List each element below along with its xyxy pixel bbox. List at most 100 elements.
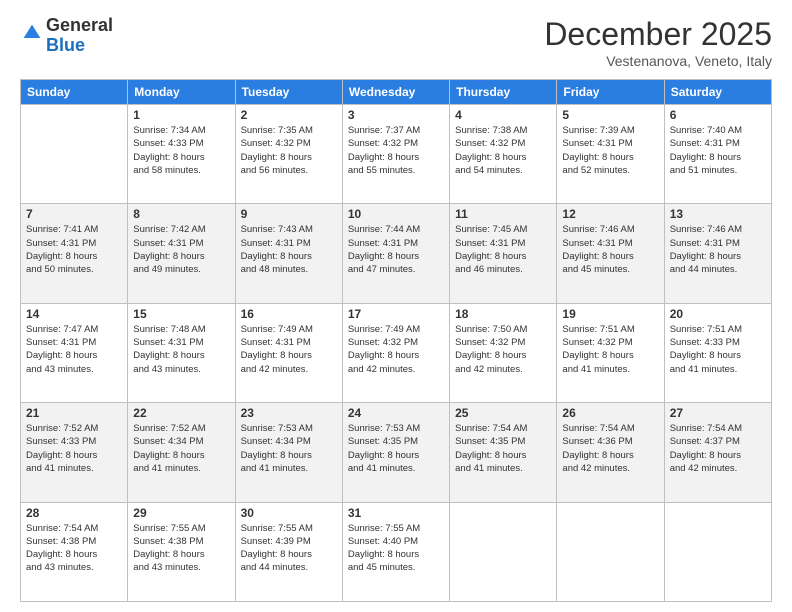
day-number: 25: [455, 406, 551, 420]
calendar-cell: 18 Sunrise: 7:50 AMSunset: 4:32 PMDayligh…: [450, 303, 557, 402]
day-info: Sunrise: 7:34 AMSunset: 4:33 PMDaylight:…: [133, 124, 229, 177]
calendar-week-row: 28 Sunrise: 7:54 AMSunset: 4:38 PMDayligh…: [21, 502, 772, 601]
calendar-cell: 23 Sunrise: 7:53 AMSunset: 4:34 PMDayligh…: [235, 403, 342, 502]
day-info: Sunrise: 7:47 AMSunset: 4:31 PMDaylight:…: [26, 323, 122, 376]
day-info: Sunrise: 7:44 AMSunset: 4:31 PMDaylight:…: [348, 223, 444, 276]
calendar-cell: [557, 502, 664, 601]
day-info: Sunrise: 7:53 AMSunset: 4:35 PMDaylight:…: [348, 422, 444, 475]
day-info: Sunrise: 7:54 AMSunset: 4:36 PMDaylight:…: [562, 422, 658, 475]
calendar-cell: 6 Sunrise: 7:40 AMSunset: 4:31 PMDaylight…: [664, 105, 771, 204]
day-number: 28: [26, 506, 122, 520]
day-number: 5: [562, 108, 658, 122]
weekday-header: Thursday: [450, 80, 557, 105]
calendar-cell: 20 Sunrise: 7:51 AMSunset: 4:33 PMDayligh…: [664, 303, 771, 402]
calendar-cell: 3 Sunrise: 7:37 AMSunset: 4:32 PMDaylight…: [342, 105, 449, 204]
day-info: Sunrise: 7:53 AMSunset: 4:34 PMDaylight:…: [241, 422, 337, 475]
day-info: Sunrise: 7:46 AMSunset: 4:31 PMDaylight:…: [562, 223, 658, 276]
calendar-week-row: 14 Sunrise: 7:47 AMSunset: 4:31 PMDayligh…: [21, 303, 772, 402]
calendar-cell: 19 Sunrise: 7:51 AMSunset: 4:32 PMDayligh…: [557, 303, 664, 402]
day-info: Sunrise: 7:51 AMSunset: 4:33 PMDaylight:…: [670, 323, 766, 376]
logo-text: General Blue: [46, 16, 113, 56]
day-info: Sunrise: 7:39 AMSunset: 4:31 PMDaylight:…: [562, 124, 658, 177]
calendar-cell: 7Sunrise: 7:41 AMSunset: 4:31 PMDaylight…: [21, 204, 128, 303]
day-info: Sunrise: 7:49 AMSunset: 4:32 PMDaylight:…: [348, 323, 444, 376]
title-block: December 2025 Vestenanova, Veneto, Italy: [544, 16, 772, 69]
day-info: Sunrise: 7:54 AMSunset: 4:38 PMDaylight:…: [26, 522, 122, 575]
calendar-cell: 2 Sunrise: 7:35 AMSunset: 4:32 PMDaylight…: [235, 105, 342, 204]
day-number: 7: [26, 207, 122, 221]
calendar-cell: 11 Sunrise: 7:45 AMSunset: 4:31 PMDayligh…: [450, 204, 557, 303]
logo-icon: [22, 23, 42, 43]
day-number: 20: [670, 307, 766, 321]
logo-blue: Blue: [46, 35, 85, 55]
day-number: 26: [562, 406, 658, 420]
day-number: 29: [133, 506, 229, 520]
calendar-cell: 17Sunrise: 7:49 AMSunset: 4:32 PMDayligh…: [342, 303, 449, 402]
day-number: 21: [26, 406, 122, 420]
day-number: 4: [455, 108, 551, 122]
day-number: 9: [241, 207, 337, 221]
calendar-week-row: 21 Sunrise: 7:52 AMSunset: 4:33 PMDayligh…: [21, 403, 772, 502]
page: General Blue December 2025 Vestenanova, …: [0, 0, 792, 612]
day-info: Sunrise: 7:55 AMSunset: 4:38 PMDaylight:…: [133, 522, 229, 575]
day-number: 1: [133, 108, 229, 122]
day-info: Sunrise: 7:40 AMSunset: 4:31 PMDaylight:…: [670, 124, 766, 177]
calendar-cell: 26 Sunrise: 7:54 AMSunset: 4:36 PMDayligh…: [557, 403, 664, 502]
day-info: Sunrise: 7:54 AMSunset: 4:35 PMDaylight:…: [455, 422, 551, 475]
day-info: Sunrise: 7:55 AMSunset: 4:39 PMDaylight:…: [241, 522, 337, 575]
day-info: Sunrise: 7:48 AMSunset: 4:31 PMDaylight:…: [133, 323, 229, 376]
day-number: 18: [455, 307, 551, 321]
day-info: Sunrise: 7:46 AMSunset: 4:31 PMDaylight:…: [670, 223, 766, 276]
day-info: Sunrise: 7:37 AMSunset: 4:32 PMDaylight:…: [348, 124, 444, 177]
calendar-cell: 14 Sunrise: 7:47 AMSunset: 4:31 PMDayligh…: [21, 303, 128, 402]
day-info: Sunrise: 7:55 AMSunset: 4:40 PMDaylight:…: [348, 522, 444, 575]
location: Vestenanova, Veneto, Italy: [544, 53, 772, 69]
day-number: 11: [455, 207, 551, 221]
day-number: 15: [133, 307, 229, 321]
day-info: Sunrise: 7:49 AMSunset: 4:31 PMDaylight:…: [241, 323, 337, 376]
calendar-cell: 29 Sunrise: 7:55 AMSunset: 4:38 PMDayligh…: [128, 502, 235, 601]
day-number: 2: [241, 108, 337, 122]
day-number: 8: [133, 207, 229, 221]
calendar-cell: 25 Sunrise: 7:54 AMSunset: 4:35 PMDayligh…: [450, 403, 557, 502]
day-number: 31: [348, 506, 444, 520]
calendar-cell: [21, 105, 128, 204]
calendar-table: SundayMondayTuesdayWednesdayThursdayFrid…: [20, 79, 772, 602]
day-info: Sunrise: 7:45 AMSunset: 4:31 PMDaylight:…: [455, 223, 551, 276]
calendar-cell: 22Sunrise: 7:52 AMSunset: 4:34 PMDayligh…: [128, 403, 235, 502]
day-info: Sunrise: 7:35 AMSunset: 4:32 PMDaylight:…: [241, 124, 337, 177]
calendar-cell: [664, 502, 771, 601]
calendar-cell: 12Sunrise: 7:46 AMSunset: 4:31 PMDayligh…: [557, 204, 664, 303]
calendar-cell: 21 Sunrise: 7:52 AMSunset: 4:33 PMDayligh…: [21, 403, 128, 502]
calendar-cell: 28 Sunrise: 7:54 AMSunset: 4:38 PMDayligh…: [21, 502, 128, 601]
day-info: Sunrise: 7:50 AMSunset: 4:32 PMDaylight:…: [455, 323, 551, 376]
weekday-header: Wednesday: [342, 80, 449, 105]
day-number: 23: [241, 406, 337, 420]
day-number: 3: [348, 108, 444, 122]
calendar-cell: 8 Sunrise: 7:42 AMSunset: 4:31 PMDaylight…: [128, 204, 235, 303]
weekday-header: Monday: [128, 80, 235, 105]
day-number: 14: [26, 307, 122, 321]
weekday-header: Saturday: [664, 80, 771, 105]
calendar-cell: 10Sunrise: 7:44 AMSunset: 4:31 PMDayligh…: [342, 204, 449, 303]
day-number: 19: [562, 307, 658, 321]
calendar-cell: 27Sunrise: 7:54 AMSunset: 4:37 PMDayligh…: [664, 403, 771, 502]
day-info: Sunrise: 7:42 AMSunset: 4:31 PMDaylight:…: [133, 223, 229, 276]
calendar-cell: 1 Sunrise: 7:34 AMSunset: 4:33 PMDaylight…: [128, 105, 235, 204]
calendar-cell: 30Sunrise: 7:55 AMSunset: 4:39 PMDayligh…: [235, 502, 342, 601]
calendar-week-row: 1 Sunrise: 7:34 AMSunset: 4:33 PMDaylight…: [21, 105, 772, 204]
calendar-cell: 31 Sunrise: 7:55 AMSunset: 4:40 PMDayligh…: [342, 502, 449, 601]
logo-general: General: [46, 15, 113, 35]
weekday-header: Sunday: [21, 80, 128, 105]
logo: General Blue: [20, 16, 113, 56]
day-info: Sunrise: 7:51 AMSunset: 4:32 PMDaylight:…: [562, 323, 658, 376]
day-number: 16: [241, 307, 337, 321]
calendar: SundayMondayTuesdayWednesdayThursdayFrid…: [20, 79, 772, 602]
day-info: Sunrise: 7:52 AMSunset: 4:33 PMDaylight:…: [26, 422, 122, 475]
day-number: 6: [670, 108, 766, 122]
day-info: Sunrise: 7:38 AMSunset: 4:32 PMDaylight:…: [455, 124, 551, 177]
calendar-cell: 24Sunrise: 7:53 AMSunset: 4:35 PMDayligh…: [342, 403, 449, 502]
calendar-cell: 4 Sunrise: 7:38 AMSunset: 4:32 PMDaylight…: [450, 105, 557, 204]
day-info: Sunrise: 7:54 AMSunset: 4:37 PMDaylight:…: [670, 422, 766, 475]
weekday-header: Friday: [557, 80, 664, 105]
